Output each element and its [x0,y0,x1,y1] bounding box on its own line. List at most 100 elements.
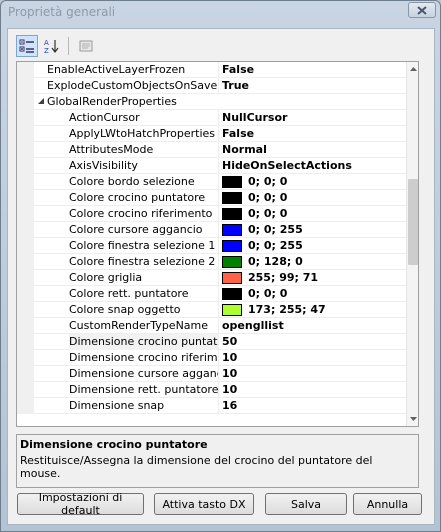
property-value[interactable]: 0; 0; 0 [222,174,406,190]
row-margin [17,142,34,158]
property-value-text: 0; 0; 0 [248,287,288,300]
window-title: Proprietà generali [8,5,116,19]
property-value[interactable]: 10 [222,382,406,398]
row-margin [17,254,34,270]
properties-dialog: Proprietà generali A Z EnableActiveLayer… [0,0,441,532]
property-row[interactable]: Dimensione snap 16 [17,398,406,414]
property-value-text: True [222,79,250,92]
categorized-button[interactable] [16,35,38,57]
property-value[interactable]: 0; 0; 255 [222,222,406,238]
property-name: AttributesMode [69,142,219,158]
color-swatch [222,240,242,252]
property-value[interactable]: True [222,78,406,94]
property-value[interactable]: 10 [222,350,406,366]
property-value[interactable]: 0; 0; 0 [222,286,406,302]
property-row[interactable]: Dimensione rett. puntatore 10 [17,382,406,398]
property-row[interactable]: Colore bordo selezione 0; 0; 0 [17,174,406,190]
row-margin [17,110,34,126]
property-value-text: 16 [222,399,238,412]
title-bar[interactable]: Proprietà generali [1,1,440,23]
property-name: Colore crocino puntatore [69,190,219,206]
property-value[interactable]: NullCursor [222,110,406,126]
property-rows: EnableActiveLayerFrozen False ExplodeCusto… [17,62,406,414]
row-margin [17,286,34,302]
row-margin [17,334,34,350]
property-name: Dimensione snap [69,398,219,414]
property-row[interactable]: Colore finestra selezione 1 0; 0; 255 [17,238,406,254]
vertical-scrollbar[interactable] [406,62,418,426]
property-row[interactable]: Colore crocino puntatore 0; 0; 0 [17,190,406,206]
property-row[interactable]: ActionCursor NullCursor [17,110,406,126]
description-text: Restituisce/Assegna la dimensione del cr… [20,454,373,480]
property-row[interactable]: GlobalRenderProperties [17,94,406,110]
svg-text:A: A [44,39,49,47]
property-value[interactable]: Normal [222,142,406,158]
property-name: Colore griglia [69,270,219,286]
property-value-text: 10 [222,383,238,396]
scroll-up-arrow[interactable] [407,62,418,76]
property-row[interactable]: Colore rett. puntatore 0; 0; 0 [17,286,406,302]
cancel-button[interactable]: Annulla [353,493,422,515]
color-swatch [222,288,242,300]
categorized-icon [19,39,34,53]
property-pages-button[interactable] [75,35,97,57]
scroll-down-arrow[interactable] [407,412,418,426]
row-margin [17,94,34,110]
property-row[interactable]: ApplyLWtoHatchProperties False [17,126,406,142]
property-value[interactable]: 50 [222,334,406,350]
property-value[interactable]: False [222,62,406,78]
close-icon [417,5,427,15]
property-row[interactable]: Colore griglia 255; 99; 71 [17,270,406,286]
property-value-text: False [222,63,255,76]
property-name: Colore snap oggetto [69,302,219,318]
property-value[interactable]: opengllist [222,318,406,334]
color-swatch [222,192,242,204]
property-name: Colore crocino riferimento [69,206,219,222]
property-row[interactable]: CustomRenderTypeName opengllist [17,318,406,334]
property-value[interactable]: False [222,126,406,142]
scroll-thumb[interactable] [408,179,418,265]
property-value-text: HideOnSelectActions [222,159,352,172]
color-swatch [222,272,242,284]
property-value-text: 0; 0; 0 [248,207,288,220]
save-button[interactable]: Salva [265,493,347,515]
property-row[interactable]: AttributesMode Normal [17,142,406,158]
activate-dx-button[interactable]: Attiva tasto DX [154,493,254,515]
row-margin [17,78,34,94]
alphabetical-button[interactable]: A Z [40,35,62,57]
property-row[interactable]: Colore cursore aggancio 0; 0; 255 [17,222,406,238]
property-row[interactable]: Dimensione crocino puntatore 50 [17,334,406,350]
close-button[interactable] [408,2,436,18]
property-value[interactable]: 173; 255; 47 [222,302,406,318]
color-swatch [222,176,242,188]
property-name: GlobalRenderProperties [47,95,177,108]
property-row[interactable]: Dimensione crocino riferimento10 [17,350,406,366]
property-value[interactable]: 0; 0; 255 [222,238,406,254]
property-name: CustomRenderTypeName [69,318,219,334]
property-row[interactable]: Colore finestra selezione 2 0; 128; 0 [17,254,406,270]
property-row[interactable]: Colore snap oggetto 173; 255; 47 [17,302,406,318]
property-value[interactable]: 16 [222,398,406,414]
property-value[interactable]: 255; 99; 71 [222,270,406,286]
property-name: EnableActiveLayerFrozen [47,62,219,78]
property-row[interactable]: Dimensione cursore aggancio 10 [17,366,406,382]
property-value[interactable]: 0; 0; 0 [222,206,406,222]
collapse-triangle-icon[interactable] [37,97,46,106]
property-value-text: 0; 0; 0 [248,175,288,188]
color-swatch [222,256,242,268]
row-margin [17,158,34,174]
property-row[interactable]: ExplodeCustomObjectsOnSave True [17,78,406,94]
row-margin [17,238,34,254]
property-row[interactable]: AxisVisibility HideOnSelectActions [17,158,406,174]
property-name: Dimensione rett. puntatore [69,382,219,398]
triangle-down-icon [410,417,417,421]
default-settings-button[interactable]: Impostazioni di default [17,491,144,517]
property-value[interactable]: 0; 128; 0 [222,254,406,270]
property-row[interactable]: Colore crocino riferimento 0; 0; 0 [17,206,406,222]
property-pages-icon [79,40,93,52]
row-margin [17,222,34,238]
property-row[interactable]: EnableActiveLayerFrozen False [17,62,406,78]
property-value[interactable]: HideOnSelectActions [222,158,406,174]
property-value[interactable]: 10 [222,366,406,382]
property-value[interactable]: 0; 0; 0 [222,190,406,206]
